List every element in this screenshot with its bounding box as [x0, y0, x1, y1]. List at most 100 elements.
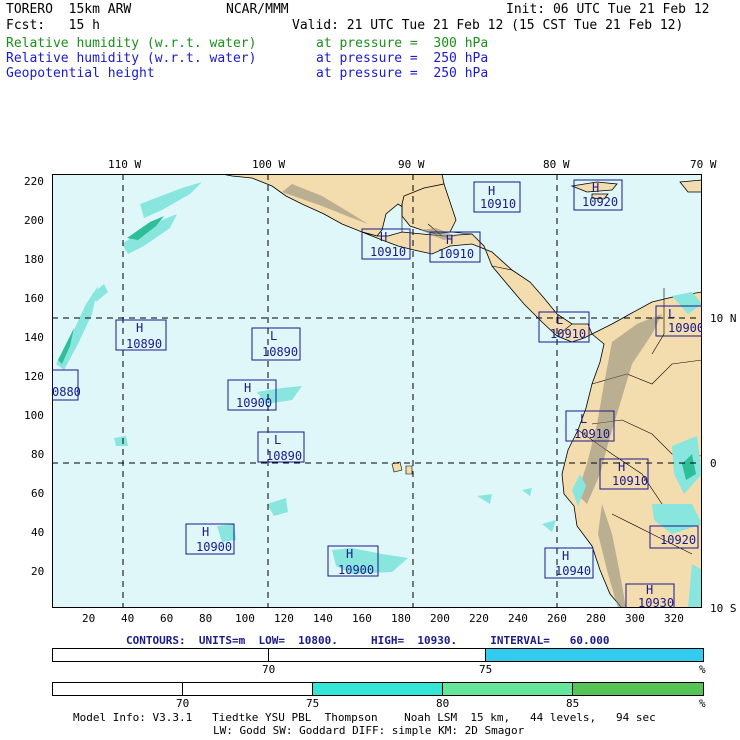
colorbar-segment [313, 683, 443, 695]
colorbar-label: 80 [436, 697, 450, 710]
lon-label-110w: 110 W [108, 158, 142, 171]
svg-text:H: H [202, 525, 209, 539]
svg-text:H: H [592, 181, 599, 195]
model-info: Model Info: V3.3.1 Tiedtke YSU PBL Thomp… [73, 711, 656, 724]
bottom-label: 240 [508, 612, 528, 625]
left-label: 200 [24, 214, 44, 227]
colorbar-segment [443, 683, 573, 695]
svg-text:10940: 10940 [555, 564, 591, 578]
svg-text:10920: 10920 [660, 533, 696, 547]
svg-text:10900: 10900 [236, 396, 272, 410]
svg-text:H: H [244, 381, 251, 395]
lat-label-10s: 10 S [710, 602, 737, 615]
init-time: Init: 06 UTC Tue 21 Feb 12 [506, 2, 710, 17]
svg-text:L: L [668, 307, 675, 321]
bottom-label: 220 [469, 612, 489, 625]
colorbar-segment [573, 683, 703, 695]
bottom-label: 180 [391, 612, 411, 625]
colorbar-unit: % [699, 663, 706, 676]
lon-label-70w: 70 W [690, 158, 717, 171]
svg-text:H: H [136, 321, 143, 335]
svg-text:L: L [274, 433, 281, 447]
colorbar-unit: % [699, 697, 706, 710]
valid-time: Valid: 21 UTC Tue 21 Feb 12 (15 CST Tue … [292, 18, 684, 33]
svg-text:10890: 10890 [266, 449, 302, 463]
colorbar-250hpa [52, 682, 704, 696]
bottom-label: 120 [274, 612, 294, 625]
physics-info: LW: Godd SW: Goddard DIFF: simple KM: 2D… [213, 724, 525, 737]
svg-text:10910: 10910 [612, 474, 648, 488]
bottom-label: 100 [235, 612, 255, 625]
svg-text:10900: 10900 [668, 321, 702, 335]
svg-text:10920: 10920 [582, 195, 618, 209]
svg-text:10900: 10900 [338, 563, 374, 577]
contour-info: CONTOURS: UNITS=m LOW= 10800. HIGH= 1093… [126, 634, 610, 647]
lon-label-90w: 90 W [398, 158, 425, 171]
bottom-label: 200 [430, 612, 450, 625]
bottom-label: 20 [82, 612, 96, 625]
colorbar-label: 75 [479, 663, 493, 676]
left-label: 160 [24, 292, 44, 305]
lat-label-10n: 10 N [710, 312, 737, 325]
left-label: 40 [31, 526, 45, 539]
svg-text:10930: 10930 [638, 596, 674, 608]
left-label: 100 [24, 409, 44, 422]
svg-text:10910: 10910 [550, 327, 586, 341]
left-label: 140 [24, 331, 44, 344]
field-3-name: Geopotential height [6, 66, 155, 81]
colorbar-segment [53, 683, 183, 695]
field-2-level: at pressure = 250 hPa [316, 51, 489, 66]
field-2-name: Relative humidity (w.r.t. water) [6, 51, 257, 66]
left-label: 180 [24, 253, 44, 266]
svg-text:10890: 10890 [126, 337, 162, 351]
bottom-label: 40 [121, 612, 135, 625]
colorbar-300hpa [52, 648, 704, 662]
colorbar-segment [486, 649, 703, 661]
svg-text:L: L [270, 329, 277, 343]
colorbar-label: 70 [176, 697, 190, 710]
svg-text:H: H [646, 583, 653, 597]
forecast-hour: Fcst: 15 h [6, 18, 100, 33]
svg-text:H: H [562, 549, 569, 563]
bottom-label: 80 [199, 612, 213, 625]
svg-text:10910: 10910 [370, 245, 406, 259]
svg-text:L: L [556, 313, 563, 327]
colorbar-label: 70 [262, 663, 276, 676]
left-label: 60 [31, 487, 45, 500]
bottom-label: 300 [625, 612, 645, 625]
svg-text:10910: 10910 [480, 197, 516, 211]
field-1-name: Relative humidity (w.r.t. water) [6, 36, 257, 51]
bottom-label: 140 [313, 612, 333, 625]
left-label: 220 [24, 175, 44, 188]
bottom-label: 280 [586, 612, 606, 625]
svg-text:10890: 10890 [262, 345, 298, 359]
colorbar-label: 85 [566, 697, 580, 710]
svg-text:H: H [380, 230, 387, 244]
agency-name: NCAR/MMM [226, 2, 289, 17]
svg-text:10900: 10900 [196, 540, 232, 554]
svg-text:10910: 10910 [438, 247, 474, 261]
weather-map: H 10910 H 10920 H 10910 H 10910 L 10910 … [52, 174, 702, 608]
left-label: 120 [24, 370, 44, 383]
svg-text:H: H [446, 233, 453, 247]
svg-text:H: H [488, 184, 495, 198]
bottom-label: 160 [352, 612, 372, 625]
model-name: TORERO 15km ARW [6, 2, 132, 17]
field-3-level: at pressure = 250 hPa [316, 66, 489, 81]
lon-label-80w: 80 W [543, 158, 570, 171]
svg-text:H: H [618, 460, 625, 474]
lon-label-100w: 100 W [252, 158, 286, 171]
left-label: 80 [31, 448, 45, 461]
svg-text:H: H [346, 547, 353, 561]
colorbar-segment [183, 683, 313, 695]
svg-text:0880: 0880 [52, 385, 81, 399]
bottom-label: 60 [160, 612, 174, 625]
colorbar-segment [269, 649, 486, 661]
lat-label-0: 0 [710, 457, 717, 470]
bottom-label: 320 [664, 612, 684, 625]
field-1-level: at pressure = 300 hPa [316, 36, 489, 51]
left-label: 20 [31, 565, 45, 578]
bottom-label: 260 [547, 612, 567, 625]
colorbar-segment [53, 649, 269, 661]
svg-text:10910: 10910 [574, 427, 610, 441]
